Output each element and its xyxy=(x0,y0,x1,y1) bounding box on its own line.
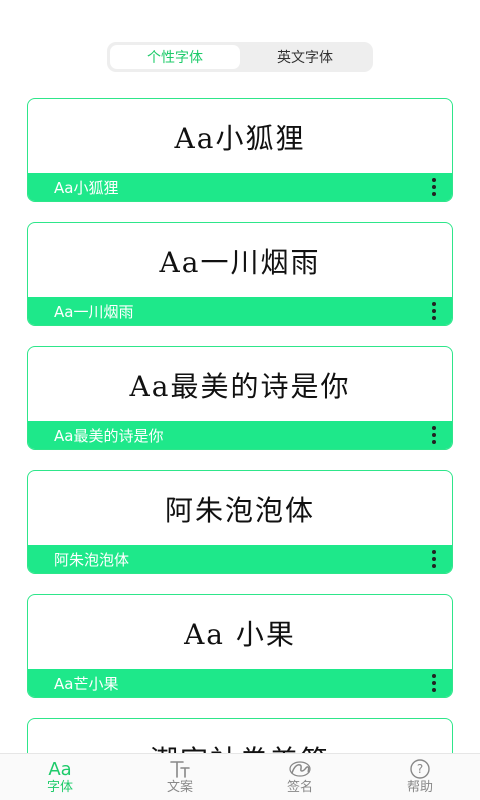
more-options-icon[interactable] xyxy=(430,178,438,196)
more-options-icon[interactable] xyxy=(430,426,438,444)
font-card[interactable]: Aa一川烟雨 Aa一川烟雨 xyxy=(27,222,453,326)
font-preview: Aa最美的诗是你 xyxy=(129,369,351,403)
nav-label: 签名 xyxy=(286,780,313,795)
font-name: Aa芒小果 xyxy=(54,674,119,693)
more-options-icon[interactable] xyxy=(430,674,438,692)
font-name: Aa一川烟雨 xyxy=(54,302,134,321)
bottom-navigation: Aa 字体 文案 签名 ? 帮助 xyxy=(0,753,480,800)
font-name: Aa最美的诗是你 xyxy=(54,426,164,445)
nav-item-help[interactable]: ? 帮助 xyxy=(360,754,480,800)
font-list: Aa小狐狸 Aa小狐狸 Aa一川烟雨 Aa一川烟雨 Aa最美的诗是你 Aa最美的… xyxy=(27,98,453,798)
font-preview: Aa一川烟雨 xyxy=(159,245,321,279)
nav-label: 文案 xyxy=(166,780,193,795)
font-preview: Aa小狐狸 xyxy=(174,121,306,155)
nav-item-sign[interactable]: 签名 xyxy=(240,754,360,800)
font-name-bar: Aa最美的诗是你 xyxy=(28,421,452,449)
font-card[interactable]: Aa 小果 Aa芒小果 xyxy=(27,594,453,698)
font-card[interactable]: 阿朱泡泡体 阿朱泡泡体 xyxy=(27,470,453,574)
font-name-bar: Aa芒小果 xyxy=(28,669,452,697)
font-category-tabs: 个性字体 英文字体 xyxy=(107,42,373,72)
nav-label: 字体 xyxy=(46,780,73,795)
font-name-bar: Aa一川烟雨 xyxy=(28,297,452,325)
font-preview: 阿朱泡泡体 xyxy=(164,493,315,527)
font-card[interactable]: Aa小狐狸 Aa小狐狸 xyxy=(27,98,453,202)
help-icon: ? xyxy=(409,758,431,780)
signature-icon xyxy=(288,758,312,780)
font-aa-icon: Aa xyxy=(48,758,72,780)
nav-label: 帮助 xyxy=(406,780,433,795)
font-card[interactable]: Aa最美的诗是你 Aa最美的诗是你 xyxy=(27,346,453,450)
nav-item-text[interactable]: 文案 xyxy=(120,754,240,800)
help-question-mark: ? xyxy=(417,762,423,776)
font-preview: Aa 小果 xyxy=(184,617,296,651)
more-options-icon[interactable] xyxy=(430,550,438,568)
font-name: 阿朱泡泡体 xyxy=(54,550,130,569)
text-size-icon xyxy=(169,758,191,780)
tab-personal-fonts[interactable]: 个性字体 xyxy=(110,45,240,69)
more-options-icon[interactable] xyxy=(430,302,438,320)
tab-english-fonts[interactable]: 英文字体 xyxy=(240,45,370,69)
nav-item-font[interactable]: Aa 字体 xyxy=(0,754,120,800)
font-name-bar: 阿朱泡泡体 xyxy=(28,545,452,573)
font-name-bar: Aa小狐狸 xyxy=(28,173,452,201)
font-name: Aa小狐狸 xyxy=(54,178,119,197)
